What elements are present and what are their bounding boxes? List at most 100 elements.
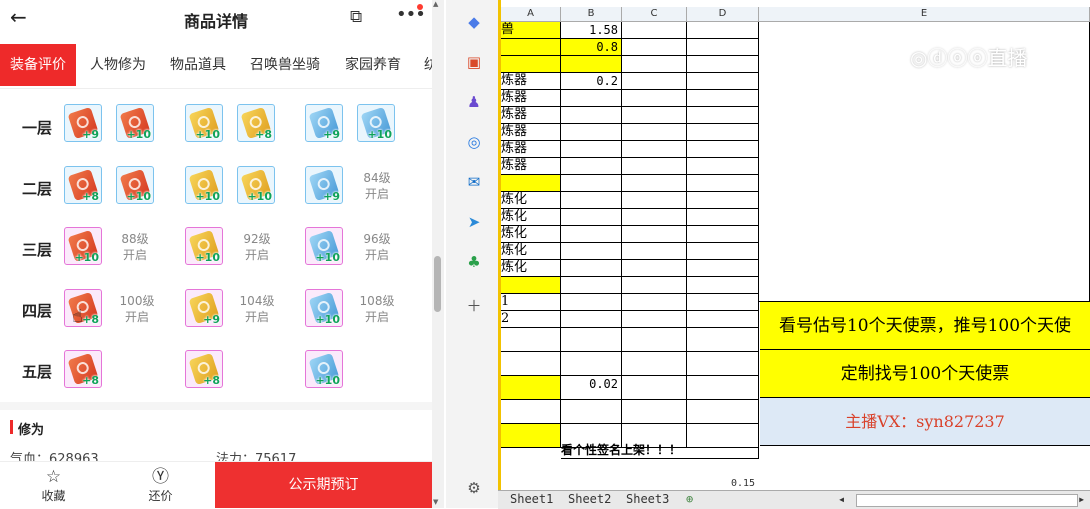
cell-b[interactable] bbox=[561, 400, 622, 424]
column-header-a[interactable]: A bbox=[501, 7, 561, 22]
tag-icon[interactable]: ◆ bbox=[464, 12, 484, 32]
cell-a[interactable] bbox=[501, 328, 561, 352]
equipment-slot[interactable]: +10 bbox=[305, 350, 343, 388]
toolbox-icon[interactable]: ▣ bbox=[464, 52, 484, 72]
cell-d[interactable] bbox=[687, 243, 759, 260]
cell-c[interactable] bbox=[622, 107, 687, 124]
cell-c[interactable] bbox=[622, 141, 687, 158]
cell-a[interactable] bbox=[501, 352, 561, 376]
cell-d[interactable] bbox=[687, 226, 759, 243]
equipment-slot[interactable]: +9 bbox=[64, 104, 102, 142]
equipment-slot[interactable]: +10 bbox=[185, 227, 223, 265]
equipment-slot[interactable]: +10 bbox=[357, 104, 395, 142]
cell-a[interactable]: 炼化 bbox=[501, 226, 561, 243]
tab-character-cultivation[interactable]: 人物修为 bbox=[90, 44, 146, 86]
cell-d[interactable] bbox=[687, 376, 759, 400]
cell-b[interactable] bbox=[561, 352, 622, 376]
cell-d[interactable] bbox=[687, 39, 759, 56]
cell-a[interactable]: 炼化 bbox=[501, 192, 561, 209]
cell-a[interactable]: 炼器 bbox=[501, 141, 561, 158]
equipment-slot[interactable]: +10 bbox=[305, 227, 343, 265]
copilot-icon[interactable]: ◎ bbox=[464, 132, 484, 152]
cell-c[interactable] bbox=[622, 328, 687, 352]
equipment-slot[interactable]: +9 bbox=[185, 289, 223, 327]
scrollbar-thumb[interactable] bbox=[434, 256, 441, 312]
column-header-c[interactable]: C bbox=[622, 7, 687, 22]
bargain-button[interactable]: Ⓨ 还价 bbox=[107, 462, 214, 508]
cell-a[interactable]: 1 bbox=[501, 294, 561, 311]
cell-c[interactable] bbox=[622, 294, 687, 311]
gear-icon[interactable]: ⚙ bbox=[464, 478, 484, 498]
equipment-slot[interactable]: +8 bbox=[237, 104, 275, 142]
cell-b[interactable] bbox=[561, 192, 622, 209]
cell-b[interactable] bbox=[561, 277, 622, 294]
cell-c[interactable] bbox=[622, 124, 687, 141]
cell-c[interactable] bbox=[622, 209, 687, 226]
cell-b[interactable] bbox=[561, 141, 622, 158]
equipment-slot[interactable]: +8 bbox=[64, 289, 102, 327]
reserve-button[interactable]: 公示期预订 bbox=[215, 462, 432, 508]
page-scrollbar[interactable] bbox=[432, 0, 444, 508]
cell-c[interactable] bbox=[622, 39, 687, 56]
column-header-d[interactable]: D bbox=[687, 7, 759, 22]
cell-d[interactable] bbox=[687, 209, 759, 226]
equipment-slot[interactable]: +10 bbox=[185, 104, 223, 142]
cell-c[interactable] bbox=[622, 22, 687, 39]
share-icon[interactable]: ⧉ bbox=[350, 7, 362, 27]
cell-a[interactable]: 炼化 bbox=[501, 209, 561, 226]
cell-c[interactable] bbox=[622, 158, 687, 175]
cell-c[interactable] bbox=[622, 277, 687, 294]
favorite-button[interactable]: ☆ 收藏 bbox=[0, 462, 107, 508]
sheet-tab-2[interactable]: Sheet2 bbox=[568, 492, 611, 506]
horizontal-scrollbar[interactable] bbox=[856, 494, 1078, 507]
cell-d[interactable] bbox=[687, 277, 759, 294]
cell-a[interactable]: 兽 bbox=[501, 22, 561, 39]
banner-custom[interactable]: 定制找号100个天使票 bbox=[760, 350, 1090, 398]
cell-c[interactable] bbox=[622, 56, 687, 73]
equipment-slot[interactable]: +9 bbox=[305, 166, 343, 204]
cell-c[interactable] bbox=[622, 226, 687, 243]
tab-more[interactable]: 纺 bbox=[424, 44, 432, 86]
cell-a[interactable]: 炼器 bbox=[501, 73, 561, 90]
equipment-slot[interactable]: +10 bbox=[185, 166, 223, 204]
cell-d[interactable] bbox=[687, 22, 759, 39]
equipment-slot[interactable]: +10 bbox=[64, 227, 102, 265]
outlook-icon[interactable]: ✉ bbox=[464, 172, 484, 192]
cell-d[interactable] bbox=[687, 158, 759, 175]
cell-b[interactable] bbox=[561, 124, 622, 141]
equipment-slot[interactable]: +10 bbox=[116, 166, 154, 204]
banner-appraisal[interactable]: 看号估号10个天使票，推号100个天使 bbox=[760, 302, 1090, 350]
equipment-slot[interactable]: +8 bbox=[64, 350, 102, 388]
cell-c[interactable] bbox=[622, 311, 687, 328]
equipment-slot[interactable]: +10 bbox=[116, 104, 154, 142]
cell-a[interactable] bbox=[501, 39, 561, 56]
cell-c[interactable] bbox=[622, 243, 687, 260]
column-header-b[interactable]: B bbox=[561, 7, 622, 22]
scroll-up-arrow-icon[interactable]: ▲ bbox=[433, 0, 438, 8]
cell-b[interactable] bbox=[561, 226, 622, 243]
cell-a[interactable] bbox=[501, 277, 561, 294]
cell-b[interactable]: 0.2 bbox=[561, 73, 622, 90]
cell-d[interactable] bbox=[687, 260, 759, 277]
cell-c[interactable] bbox=[622, 376, 687, 400]
cell-b[interactable]: 1.58 bbox=[561, 22, 622, 39]
equipment-slot[interactable]: +10 bbox=[237, 166, 275, 204]
cell-a[interactable]: 炼化 bbox=[501, 243, 561, 260]
cell-b[interactable] bbox=[561, 328, 622, 352]
tab-summon-mount[interactable]: 召唤兽坐骑 bbox=[250, 44, 320, 86]
cell-c[interactable] bbox=[622, 352, 687, 376]
cell-b[interactable]: 0.02 bbox=[561, 376, 622, 400]
tab-items[interactable]: 物品道具 bbox=[170, 44, 226, 86]
cell-d[interactable] bbox=[687, 311, 759, 328]
banner-contact[interactable]: 主播VX：syn827237 bbox=[760, 398, 1090, 446]
people-icon[interactable]: ♟ bbox=[464, 92, 484, 112]
send-icon[interactable]: ➤ bbox=[464, 212, 484, 232]
cell-d[interactable] bbox=[687, 124, 759, 141]
cell-a[interactable]: 炼化 bbox=[501, 260, 561, 277]
cell-c[interactable] bbox=[622, 260, 687, 277]
cell-d[interactable] bbox=[687, 294, 759, 311]
cell-d[interactable] bbox=[687, 328, 759, 352]
cell-d[interactable] bbox=[687, 352, 759, 376]
cell-b[interactable] bbox=[561, 260, 622, 277]
cell-d[interactable] bbox=[687, 73, 759, 90]
